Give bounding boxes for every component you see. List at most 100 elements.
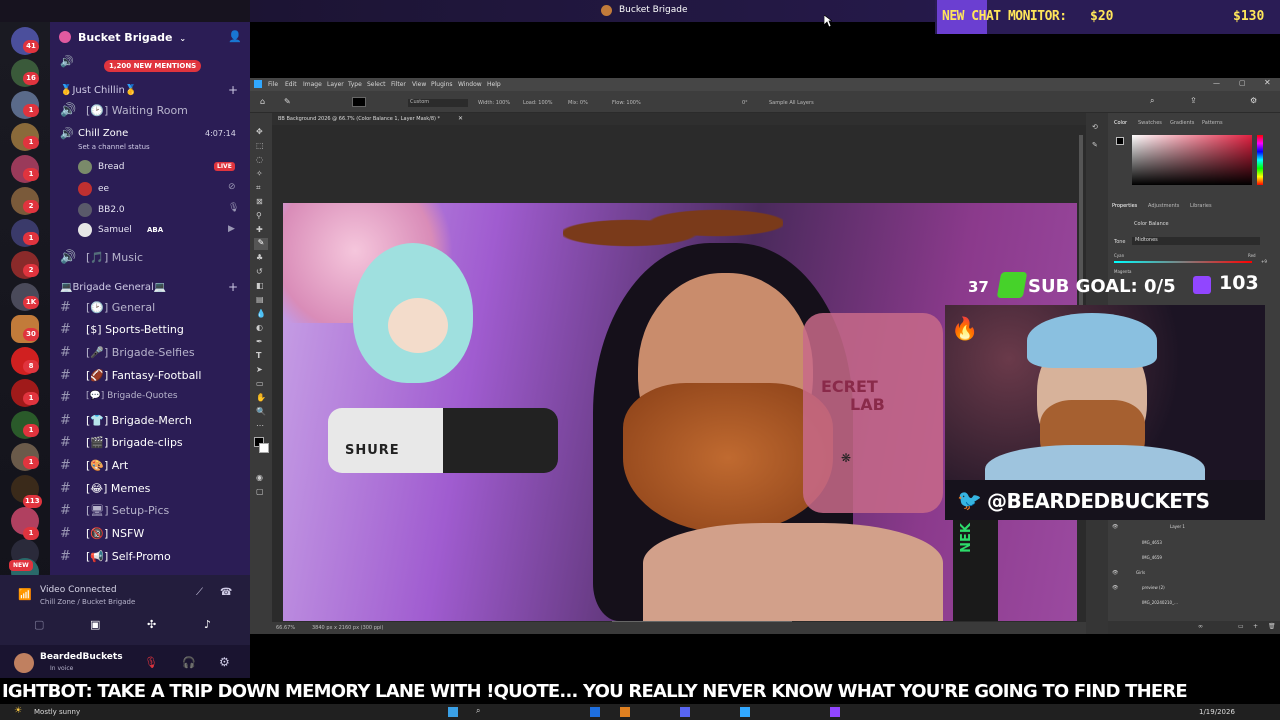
- tab-properties[interactable]: Properties: [1112, 203, 1137, 209]
- quick-mask-icon[interactable]: ◉: [256, 473, 263, 482]
- crop-tool-icon[interactable]: ⌗: [256, 183, 261, 193]
- lasso-tool-icon[interactable]: ◌: [256, 155, 263, 164]
- flow-field[interactable]: Flow: 100%: [612, 100, 641, 106]
- edit-toolbar-icon[interactable]: ⋯: [256, 421, 264, 430]
- text-channel[interactable]: # [👕] Brigade-Merch: [50, 411, 250, 431]
- layer-item[interactable]: IMG_4659: [1142, 555, 1162, 560]
- voice-channel-music[interactable]: 🔊 [🎵] Music: [50, 248, 250, 268]
- link-layers-icon[interactable]: ∞: [1198, 623, 1203, 630]
- layer-item[interactable]: IMG_20240210_...: [1142, 600, 1178, 605]
- mentions-badge[interactable]: 1,200 NEW MENTIONS: [104, 60, 202, 72]
- camera-icon[interactable]: ▢: [34, 618, 44, 631]
- gear-icon[interactable]: ⚙: [219, 655, 230, 669]
- menu-help[interactable]: Help: [487, 81, 501, 88]
- brush-tool-icon[interactable]: ✎: [284, 97, 291, 106]
- eyedropper-tool-icon[interactable]: ⚲: [256, 211, 262, 220]
- eye-icon[interactable]: 👁: [1112, 570, 1118, 576]
- hue-slider[interactable]: [1257, 135, 1263, 185]
- new-group-icon[interactable]: ▭: [1238, 623, 1244, 630]
- noise-suppression-icon[interactable]: ⟋: [196, 587, 203, 598]
- new-layer-icon[interactable]: +: [1253, 623, 1258, 630]
- invite-icon[interactable]: 👤: [228, 30, 242, 43]
- maximize-icon[interactable]: ▢: [1239, 79, 1246, 87]
- close-icon[interactable]: ✕: [1264, 78, 1271, 87]
- settings-icon[interactable]: ⚙: [1250, 96, 1257, 105]
- marquee-tool-icon[interactable]: ⬚: [256, 141, 264, 150]
- layer-item[interactable]: IMG_4653: [1142, 540, 1162, 545]
- layer-group[interactable]: Girls: [1136, 570, 1145, 575]
- magic-wand-icon[interactable]: ✧: [256, 169, 263, 178]
- eye-icon[interactable]: 👁: [1112, 585, 1118, 591]
- mute-icon[interactable]: 🎙: [144, 656, 158, 669]
- hand-tool-icon[interactable]: ✋: [256, 393, 266, 402]
- voice-user-samuel[interactable]: Samuel: [98, 225, 132, 235]
- pen-tool-icon[interactable]: ✒: [256, 337, 263, 346]
- taskbar-app-icon[interactable]: [590, 707, 600, 717]
- menu-file[interactable]: File: [268, 81, 278, 88]
- cyan-red-value[interactable]: +9: [1261, 259, 1267, 264]
- tab-color[interactable]: Color: [1114, 120, 1127, 126]
- foreground-swatch[interactable]: [352, 97, 366, 107]
- history-panel-icon[interactable]: ⟲: [1092, 123, 1098, 131]
- layer-item[interactable]: Layer 1: [1170, 524, 1185, 529]
- share-icon[interactable]: ⇪: [1190, 96, 1197, 105]
- text-channel[interactable]: # [🏈] Fantasy-Football: [50, 366, 250, 386]
- voice-location[interactable]: Chill Zone / Bucket Brigade: [40, 598, 135, 606]
- tab-swatches[interactable]: Swatches: [1138, 120, 1162, 126]
- taskbar-app-icon[interactable]: [740, 707, 750, 717]
- menu-filter[interactable]: Filter: [391, 81, 406, 88]
- background-color-swatch[interactable]: [259, 443, 269, 453]
- delete-layer-icon[interactable]: 🗑: [1268, 623, 1276, 630]
- screen-mode-icon[interactable]: ▢: [256, 487, 264, 496]
- load-field[interactable]: Load: 100%: [523, 100, 553, 106]
- minimize-icon[interactable]: —: [1213, 79, 1220, 87]
- eye-icon[interactable]: 👁: [1112, 524, 1118, 530]
- brush-tool-icon[interactable]: ✎: [254, 238, 268, 250]
- menu-plugins[interactable]: Plugins: [431, 81, 453, 88]
- headphones-icon[interactable]: 🎧: [182, 656, 196, 669]
- search-icon[interactable]: ⌕: [1150, 96, 1154, 106]
- blur-tool-icon[interactable]: 💧: [256, 309, 266, 318]
- tab-libraries[interactable]: Libraries: [1190, 203, 1212, 209]
- zoom-tool-icon[interactable]: 🔍: [256, 407, 266, 416]
- zoom-level[interactable]: 66.67%: [276, 625, 295, 631]
- text-channel[interactable]: # [$] Sports-Betting: [50, 320, 250, 340]
- taskbar-app-icon[interactable]: [830, 707, 840, 717]
- width-field[interactable]: Width: 100%: [478, 100, 510, 106]
- add-channel-icon[interactable]: +: [228, 83, 238, 97]
- tab-gradients[interactable]: Gradients: [1170, 120, 1194, 126]
- voice-user-bb2[interactable]: BB2.0: [98, 205, 125, 215]
- frame-tool-icon[interactable]: ⊠: [256, 197, 263, 206]
- disconnect-icon[interactable]: ☎: [220, 587, 232, 598]
- avatar[interactable]: [14, 653, 34, 673]
- activities-icon[interactable]: ✣: [147, 618, 156, 631]
- menu-type[interactable]: Type: [348, 81, 362, 88]
- tab-adjustments[interactable]: Adjustments: [1148, 203, 1179, 209]
- soundboard-icon[interactable]: ♪: [204, 618, 211, 631]
- tone-select[interactable]: Midtones: [1132, 237, 1260, 245]
- voice-user[interactable]: ee: [98, 184, 109, 194]
- stamp-tool-icon[interactable]: ♣: [256, 253, 263, 262]
- menu-view[interactable]: View: [412, 81, 426, 88]
- voice-user-bread[interactable]: Bread: [98, 162, 124, 172]
- tab-patterns[interactable]: Patterns: [1202, 120, 1223, 126]
- sample-all-layers-checkbox[interactable]: Sample All Layers: [769, 100, 814, 106]
- eraser-tool-icon[interactable]: ◧: [256, 281, 264, 290]
- angle-field[interactable]: 0°: [742, 100, 748, 106]
- add-channel-icon[interactable]: +: [228, 280, 238, 294]
- menu-image[interactable]: Image: [303, 81, 322, 88]
- text-channel[interactable]: # [📢] Self-Promo: [50, 547, 250, 567]
- text-channel[interactable]: # [🔞] NSFW: [50, 524, 250, 544]
- menu-window[interactable]: Window: [458, 81, 482, 88]
- text-channel[interactable]: # [🕑] General: [50, 298, 250, 318]
- text-channel[interactable]: # [🎤] Brigade-Selfies: [50, 343, 250, 363]
- document-tab[interactable]: BB Background 2026 @ 66.7% (Color Balanc…: [278, 116, 440, 122]
- color-picker-field[interactable]: [1132, 135, 1252, 185]
- category-just-chillin[interactable]: 🥇Just Chillin🥇: [60, 85, 137, 96]
- menu-edit[interactable]: Edit: [285, 81, 297, 88]
- home-icon[interactable]: ⌂: [260, 97, 265, 106]
- voice-channel-waiting-room[interactable]: 🔊 [🕑] Waiting Room: [50, 101, 250, 121]
- channel-status[interactable]: Set a channel status: [78, 143, 150, 151]
- menu-layer[interactable]: Layer: [327, 81, 344, 88]
- layer-item[interactable]: preview (2): [1142, 585, 1165, 590]
